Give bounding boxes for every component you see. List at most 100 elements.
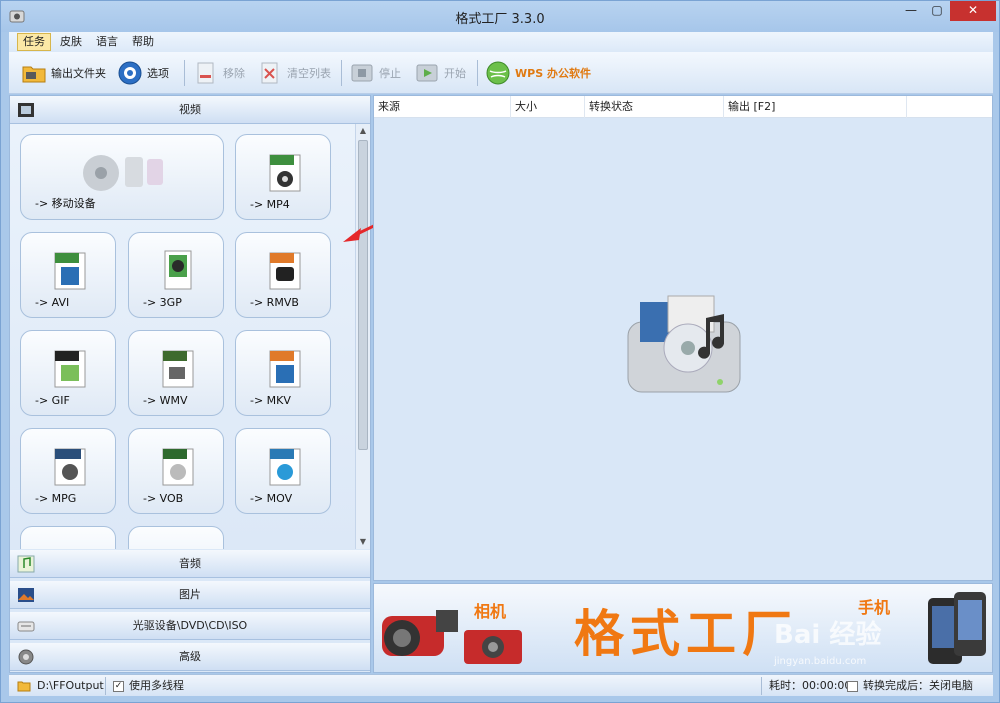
picture-icon — [18, 588, 34, 602]
start-label: 开始 — [444, 67, 466, 80]
tile-partial[interactable] — [128, 526, 224, 549]
banner-camera-text: 相机 — [474, 602, 507, 621]
task-list-header: 来源 大小 转换状态 输出 [F2] — [374, 96, 992, 118]
mov-file-icon — [269, 448, 301, 486]
category-video-header[interactable]: 视频 — [10, 96, 370, 124]
scroll-thumb[interactable] — [358, 140, 368, 450]
options-label: 选项 — [147, 67, 169, 80]
camcorder-icon — [382, 610, 458, 656]
tile-mkv[interactable]: -> MKV — [235, 330, 331, 416]
after-done-label: 转换完成后：关闭电脑 — [863, 679, 973, 692]
tile-label: -> AVI — [35, 296, 70, 309]
tile-label: -> MPG — [35, 492, 77, 505]
menu-bar: 任务 皮肤 语言 帮助 — [9, 32, 993, 52]
folder-icon — [22, 66, 46, 83]
status-separator — [105, 677, 106, 695]
grid-scrollbar[interactable]: ▲ ▼ — [355, 124, 370, 549]
stop-button[interactable]: 停止 — [349, 58, 401, 88]
tile-mobile-device[interactable]: -> 移动设备 — [20, 134, 224, 220]
tile-avi[interactable]: -> AVI — [20, 232, 116, 318]
tile-gif[interactable]: -> GIF — [20, 330, 116, 416]
tile-label: -> MOV — [250, 492, 293, 505]
rmvb-file-icon — [269, 252, 301, 290]
tile-label: -> 3GP — [143, 296, 182, 309]
multithread-check-icon[interactable]: ✓ — [113, 680, 124, 692]
remove-button[interactable]: 移除 — [193, 58, 245, 88]
window-title: 格式工厂 3.3.0 — [455, 12, 545, 27]
tile-label: -> 移动设备 — [35, 197, 96, 210]
wps-office-button[interactable]: WPS 办公软件 — [485, 58, 591, 88]
category-rom-header[interactable]: 光驱设备\DVD\CD\ISO — [10, 612, 370, 640]
banner-title: 格式工厂 — [574, 605, 798, 663]
wps-globe-icon — [486, 61, 510, 85]
stop-label: 停止 — [379, 67, 401, 80]
clear-list-button[interactable]: 清空列表 — [257, 58, 331, 88]
column-output[interactable]: 输出 [F2] — [724, 96, 907, 118]
menu-language[interactable]: 语言 — [91, 33, 123, 51]
category-audio-header[interactable]: 音频 — [10, 550, 370, 578]
options-gear-icon — [118, 61, 142, 85]
format-factory-logo-icon — [627, 295, 741, 393]
column-source[interactable]: 来源 — [374, 96, 511, 118]
mobile-device-icon — [83, 155, 163, 191]
close-button[interactable]: ✕ — [950, 1, 996, 21]
camera-icon — [464, 630, 522, 664]
tile-partial[interactable] — [20, 526, 116, 549]
category-advanced-label: 高级 — [179, 650, 201, 663]
column-status[interactable]: 转换状态 — [585, 96, 724, 118]
column-size[interactable]: 大小 — [511, 96, 585, 118]
category-advanced-header[interactable]: 高级 — [10, 643, 370, 671]
advanced-gear-icon — [18, 649, 34, 665]
tile-label: -> MP4 — [250, 198, 290, 211]
options-button[interactable]: 选项 — [117, 58, 169, 88]
title-bar: 格式工厂 3.3.0 — ▢ ✕ — [1, 1, 999, 32]
folder-small-icon — [17, 681, 31, 692]
main-window: 格式工厂 3.3.0 — ▢ ✕ 任务 皮肤 语言 帮助 输出文件夹 选项 移除… — [0, 0, 1000, 703]
tile-3gp[interactable]: -> 3GP — [128, 232, 224, 318]
menu-help[interactable]: 帮助 — [127, 33, 159, 51]
mp4-file-icon — [269, 154, 301, 192]
tile-vob[interactable]: -> VOB — [128, 428, 224, 514]
shutdown-checkbox[interactable]: 转换完成后：关闭电脑 — [847, 679, 973, 693]
tile-label: -> VOB — [143, 492, 184, 505]
output-path[interactable]: D:\FFOutput — [17, 679, 104, 693]
shutdown-check-icon[interactable] — [847, 680, 858, 692]
remove-icon — [197, 62, 214, 84]
baidu-watermark: Bai 经验 — [774, 620, 882, 650]
tile-wmv[interactable]: -> WMV — [128, 330, 224, 416]
baidu-watermark-url: jingyan.baidu.com — [774, 656, 867, 667]
menu-task[interactable]: 任务 — [17, 33, 51, 51]
category-image-label: 图片 — [179, 588, 201, 601]
start-button[interactable]: 开始 — [414, 58, 466, 88]
menu-skin[interactable]: 皮肤 — [55, 33, 87, 51]
banner-phone-text: 手机 — [858, 598, 891, 617]
scroll-down-icon[interactable]: ▼ — [356, 535, 370, 549]
clear-list-label: 清空列表 — [287, 67, 331, 80]
tile-mov[interactable]: -> MOV — [235, 428, 331, 514]
task-list-panel[interactable]: 来源 大小 转换状态 输出 [F2] — [373, 95, 993, 581]
wmv-file-icon — [162, 350, 194, 388]
category-panel: 视频 -> 移动设备 -> MP4 -> AVI -> 3GP -> RMVB … — [9, 95, 371, 673]
minimize-button[interactable]: — — [898, 1, 924, 21]
output-path-label: D:\FFOutput — [37, 679, 104, 692]
clear-list-icon — [261, 62, 278, 84]
multithread-checkbox[interactable]: ✓ 使用多线程 — [113, 679, 184, 693]
tile-rmvb[interactable]: -> RMVB — [235, 232, 331, 318]
output-folder-button[interactable]: 输出文件夹 — [21, 58, 106, 88]
category-rom-label: 光驱设备\DVD\CD\ISO — [132, 619, 248, 632]
category-image-header[interactable]: 图片 — [10, 581, 370, 609]
tile-label: -> MKV — [250, 394, 291, 407]
elapsed-time: 耗时：00:00:00 — [769, 679, 851, 693]
toolbar: 输出文件夹 选项 移除 清空列表 停止 开始 WPS 办公软件 — [9, 52, 993, 94]
tile-mpg[interactable]: -> MPG — [20, 428, 116, 514]
scroll-up-icon[interactable]: ▲ — [356, 124, 370, 138]
stop-icon — [351, 64, 373, 82]
maximize-button[interactable]: ▢ — [924, 1, 950, 21]
avi-file-icon — [54, 252, 86, 290]
status-separator — [761, 677, 762, 695]
toolbar-separator — [184, 60, 185, 86]
promo-banner: 相机 格式工厂 Bai 经验 jingyan.baidu.com 手机 — [373, 583, 993, 673]
multithread-label: 使用多线程 — [129, 679, 184, 692]
tile-mp4[interactable]: -> MP4 — [235, 134, 331, 220]
elapsed-label: 耗时：00:00:00 — [769, 679, 852, 692]
